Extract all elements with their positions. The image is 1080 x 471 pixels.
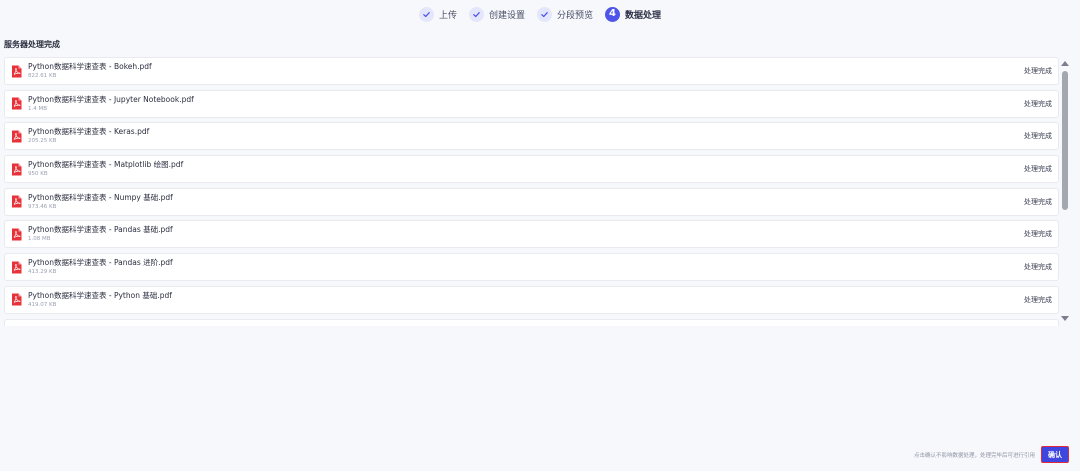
scrollbar-thumb[interactable] xyxy=(1062,71,1068,210)
step-data-processing: 4 数据处理 xyxy=(605,6,662,22)
file-list-item[interactable]: Python数据科学速查表 - Matplotlib 绘图.pdf 950 KB 处… xyxy=(4,155,1059,184)
file-status: 处理完成 xyxy=(1024,295,1052,304)
file-status: 处理完成 xyxy=(1024,67,1052,75)
step-label: 上传 xyxy=(438,10,457,21)
file-info: Python数据科学速查表 - Pandas 进阶.pdf 413.29 KB xyxy=(28,258,1024,276)
file-list-item[interactable]: Python数据科学速查表 - Numpy 基础.pdf 973.46 KB 处理完… xyxy=(4,187,1059,216)
file-name: Python数据科学速查表 - Keras.pdf xyxy=(28,127,150,137)
file-name: Python数据科学速查表 - Pandas 基础.pdf xyxy=(28,225,173,235)
pdf-file-icon xyxy=(12,163,22,176)
file-name: Python数据科学速查表 - Python 基础.pdf xyxy=(28,290,172,300)
pdf-file-icon xyxy=(12,97,22,110)
file-info: Python数据科学速查表 - Matplotlib 绘图.pdf 950 KB xyxy=(28,160,1024,178)
file-status: 处理完成 xyxy=(1024,197,1052,206)
file-size: 973.46 KB xyxy=(28,203,57,210)
file-list-item[interactable]: Python数据科学速查表 - Pandas 基础.pdf 1.08 MB 处理完成 xyxy=(4,220,1059,249)
file-status: 处理完成 xyxy=(1024,230,1052,239)
scroll-down-arrow-icon[interactable] xyxy=(1061,316,1069,321)
file-list-item[interactable]: Python数据科学速查表 - Python 基础.pdf 419.07 KB 处理… xyxy=(4,285,1059,314)
file-list-item[interactable]: Python数据科学速查表 - Pandas 进阶.pdf 413.29 KB 处理… xyxy=(4,253,1059,282)
dataset-processing-page: 上传 创建设置 分段预览 4 数据处理 服务器处理完成 Python数据科学速查… xyxy=(0,0,1080,471)
file-info: Python数据科学速查表 - Bokeh.pdf 822.61 KB xyxy=(28,62,1024,80)
section-title: 服务器处理完成 xyxy=(4,40,60,49)
file-list-item[interactable]: Python数据科学速查表 - Jupyter Notebook.pdf 1.4 … xyxy=(4,89,1059,118)
file-name: Python数据科学速查表 - Jupyter Notebook.pdf xyxy=(28,94,194,104)
file-status: 处理完成 xyxy=(1024,99,1052,108)
step-upload: 上传 xyxy=(418,6,457,22)
file-status: 处理完成 xyxy=(1024,165,1052,174)
file-name: Python数据科学速查表 - Numpy 基础.pdf xyxy=(28,192,173,202)
pdf-file-icon xyxy=(12,293,22,306)
file-list[interactable]: Python数据科学速查表 - Bokeh.pdf 822.61 KB 处理完成 Py… xyxy=(4,57,1059,326)
file-list-scrollbar[interactable] xyxy=(1060,58,1070,324)
file-status: 处理完成 xyxy=(1024,132,1052,141)
check-icon xyxy=(468,6,484,22)
file-size: 822.61 KB xyxy=(28,73,57,79)
pdf-file-icon xyxy=(12,261,22,274)
check-icon xyxy=(537,6,552,22)
pdf-file-icon xyxy=(12,65,22,77)
progress-stepper: 上传 创建设置 分段预览 4 数据处理 xyxy=(0,5,1080,23)
file-info: Python数据科学速查表 - Pandas 基础.pdf 1.08 MB xyxy=(28,225,1024,243)
file-info: Python数据科学速查表 - Keras.pdf 205.25 KB xyxy=(28,127,1024,145)
file-info: Python数据科学速查表 - Python 基础.pdf 419.07 KB xyxy=(28,291,1024,309)
file-list-item[interactable]: Python数据科学速查表 - Scikit-Learn.pdf处理完成 xyxy=(4,318,1059,326)
step-segment-preview: 分段预览 xyxy=(537,6,594,22)
check-icon xyxy=(418,6,434,22)
pdf-file-icon xyxy=(12,130,22,143)
confirm-button[interactable]: 确认 xyxy=(1041,446,1069,463)
file-size: 413.29 KB xyxy=(28,269,57,276)
step-label: 创建设置 xyxy=(488,10,525,21)
scroll-up-arrow-icon[interactable] xyxy=(1061,61,1069,66)
file-list-item[interactable]: Python数据科学速查表 - Keras.pdf 205.25 KB 处理完成 xyxy=(4,122,1059,151)
file-size: 205.25 KB xyxy=(28,138,57,145)
file-list-item[interactable]: Python数据科学速查表 - Bokeh.pdf 822.61 KB 处理完成 xyxy=(4,57,1059,85)
step-number-badge: 4 xyxy=(605,6,621,22)
pdf-file-icon xyxy=(12,228,22,241)
confirm-hint-text: 点击确认不影响数据处理，处理完毕后可进行引用 xyxy=(913,453,1035,459)
file-status: 处理完成 xyxy=(1024,263,1052,272)
file-size: 1.08 MB xyxy=(28,236,51,243)
file-info: Python数据科学速查表 - Jupyter Notebook.pdf 1.4 … xyxy=(28,95,1024,113)
file-info: Python数据科学速查表 - Numpy 基础.pdf 973.46 KB xyxy=(28,193,1024,211)
step-number: 4 xyxy=(609,8,616,19)
file-size: 419.07 KB xyxy=(28,301,57,308)
file-name: Python数据科学速查表 - Bokeh.pdf xyxy=(28,62,152,71)
file-name: Python数据科学速查表 - Matplotlib 绘图.pdf xyxy=(28,160,184,170)
file-size: 950 KB xyxy=(28,171,48,178)
pdf-file-icon xyxy=(12,195,22,208)
step-create-settings: 创建设置 xyxy=(468,6,525,22)
file-name: Python数据科学速查表 - Pandas 进阶.pdf xyxy=(28,258,173,268)
file-size: 1.4 MB xyxy=(28,105,48,112)
step-label: 数据处理 xyxy=(625,10,662,21)
step-label: 分段预览 xyxy=(557,10,594,21)
